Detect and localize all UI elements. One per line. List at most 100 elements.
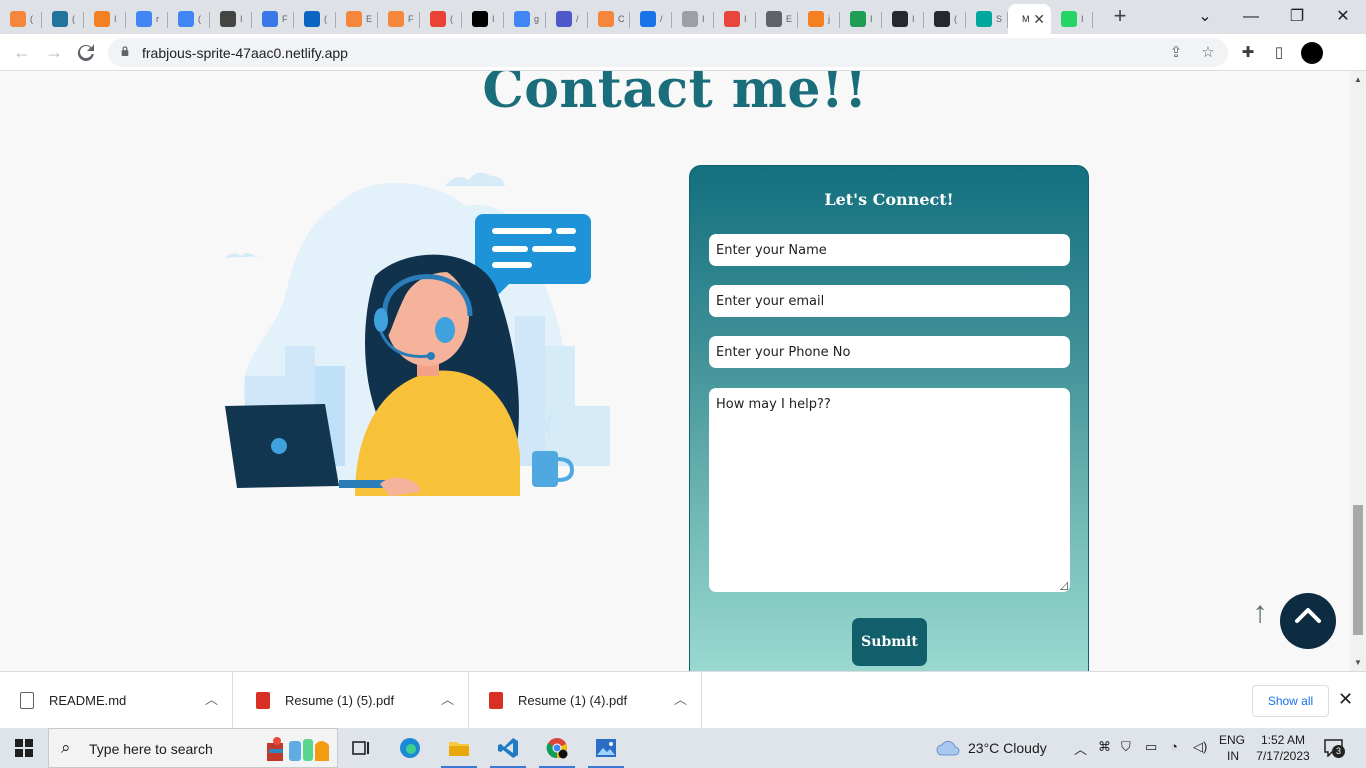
close-icon[interactable]: ✕ — [1338, 689, 1353, 710]
browser-tab[interactable]: ( — [42, 4, 84, 34]
browser-tab[interactable]: S — [966, 4, 1008, 34]
contact-form: Let's Connect! Submit — [689, 165, 1089, 671]
chevron-up-icon[interactable]: ︿ — [441, 689, 454, 708]
submit-button[interactable]: Submit — [852, 618, 927, 666]
browser-tab[interactable]: / — [630, 4, 672, 34]
restore-window-button[interactable]: ❐ — [1274, 4, 1320, 30]
extensions-puzzle-icon[interactable]: ✚ — [1237, 42, 1259, 64]
taskbar-file-explorer[interactable] — [435, 728, 483, 768]
browser-tab[interactable]: I — [882, 4, 924, 34]
notification-center-button[interactable]: 3 — [1324, 739, 1345, 758]
browser-tab[interactable]: E — [336, 4, 378, 34]
browser-tab[interactable]: I — [840, 4, 882, 34]
forward-button[interactable]: → — [42, 41, 66, 65]
scroll-up-arrow-icon[interactable]: ↑ — [1247, 596, 1273, 630]
download-item[interactable]: Resume (1) (4).pdf ︿ — [469, 672, 702, 729]
battery-icon[interactable]: ▭ — [1145, 739, 1157, 755]
browser-tab[interactable]: ( — [420, 4, 462, 34]
close-tab-icon[interactable]: ✕ — [1033, 11, 1045, 27]
back-to-top-button[interactable] — [1280, 593, 1336, 649]
task-view-icon — [352, 741, 369, 755]
browser-tab[interactable]: I — [1051, 4, 1093, 34]
tab-title: ( — [324, 14, 327, 24]
close-window-button[interactable]: ✕ — [1320, 4, 1366, 30]
tab-favicon-icon — [388, 11, 404, 27]
scroll-up-icon[interactable]: ▲ — [1354, 75, 1362, 84]
tab-title: ( — [72, 14, 75, 24]
search-highlight-illustration — [267, 737, 329, 761]
scroll-down-icon[interactable]: ▼ — [1354, 658, 1362, 667]
taskbar-photos[interactable] — [582, 728, 630, 768]
address-bar[interactable]: frabjous-sprite-47aac0.netlify.app ⇪ ☆ — [108, 38, 1228, 67]
browser-tab[interactable]: I — [672, 4, 714, 34]
weather-text[interactable]: 23°C Cloudy — [968, 740, 1047, 756]
message-textarea[interactable] — [709, 388, 1070, 592]
tab-title: I — [912, 14, 915, 24]
chevron-up-icon[interactable]: ︿ — [674, 689, 687, 708]
back-button[interactable]: ← — [10, 41, 34, 65]
browser-tab[interactable]: E — [756, 4, 798, 34]
new-tab-button[interactable]: + — [1109, 5, 1131, 28]
browser-tab[interactable]: ( — [0, 4, 42, 34]
browser-tab[interactable]: I — [714, 4, 756, 34]
browser-tab[interactable]: g — [504, 4, 546, 34]
taskbar-edge[interactable] — [386, 728, 434, 768]
chevron-up-icon[interactable]: ︿ — [205, 689, 218, 708]
wifi-icon[interactable]: ◔ — [1170, 739, 1178, 754]
task-view-button[interactable] — [337, 728, 385, 768]
pdf-icon — [256, 692, 270, 709]
tab-favicon-icon — [346, 11, 362, 27]
profile-avatar[interactable] — [1301, 42, 1323, 64]
show-all-downloads-button[interactable]: Show all — [1252, 685, 1329, 717]
browser-tab[interactable]: F — [378, 4, 420, 34]
browser-tab[interactable]: r — [126, 4, 168, 34]
system-clock[interactable]: 1:52 AM 7/17/2023 — [1256, 732, 1310, 764]
browser-tab[interactable]: F — [252, 4, 294, 34]
textarea-resize-grip[interactable] — [1060, 582, 1068, 590]
language-indicator[interactable]: ENG IN — [1219, 732, 1245, 764]
phone-input[interactable] — [709, 336, 1070, 368]
meet-now-icon[interactable]: ⌘ — [1098, 739, 1111, 755]
active-browser-tab[interactable]: M ✕ — [1008, 4, 1051, 34]
download-item[interactable]: Resume (1) (5).pdf ︿ — [236, 672, 469, 729]
page-scrollbar[interactable]: ▲ ▼ — [1350, 71, 1366, 671]
bookmark-star-icon[interactable]: ☆ — [1198, 43, 1218, 63]
windows-start-icon[interactable] — [15, 739, 33, 757]
share-icon[interactable]: ⇪ — [1166, 43, 1186, 63]
windows-taskbar: ⌕ Type here to search 23°C Cloudy ︿ ⌘ ⛉ … — [0, 728, 1366, 768]
form-heading: Let's Connect! — [824, 190, 954, 209]
taskbar-chrome[interactable] — [533, 728, 581, 768]
email-input[interactable] — [709, 285, 1070, 317]
tab-title: F — [282, 14, 288, 24]
scroll-thumb[interactable] — [1353, 505, 1363, 635]
security-icon[interactable]: ⛉ — [1121, 739, 1131, 755]
browser-tab[interactable]: j — [798, 4, 840, 34]
browser-tab[interactable]: I — [84, 4, 126, 34]
browser-tab[interactable]: ( — [168, 4, 210, 34]
taskbar-search-box[interactable]: ⌕ Type here to search — [48, 728, 338, 768]
tab-favicon-icon — [682, 11, 698, 27]
tab-title: j — [828, 14, 830, 24]
name-input[interactable] — [709, 234, 1070, 266]
keyboard-region: IN — [1227, 749, 1239, 763]
tab-search-dropdown[interactable]: ⌄ — [1182, 4, 1228, 30]
tab-favicon-icon — [850, 11, 866, 27]
volume-icon[interactable]: ◁) — [1193, 739, 1207, 755]
chevron-up-icon[interactable]: ︿ — [1074, 739, 1087, 758]
browser-tab[interactable]: I — [210, 4, 252, 34]
browser-tab[interactable]: ( — [924, 4, 966, 34]
reload-button[interactable] — [74, 41, 98, 65]
browser-tab[interactable]: C — [588, 4, 630, 34]
download-item[interactable]: README.md ︿ — [0, 672, 233, 729]
side-panel-icon[interactable]: ▯ — [1268, 42, 1290, 64]
tab-favicon-icon — [472, 11, 488, 27]
tab-favicon-icon — [430, 11, 446, 27]
url-text[interactable]: frabjous-sprite-47aac0.netlify.app — [142, 45, 348, 61]
minimize-window-button[interactable]: — — [1228, 4, 1274, 30]
taskbar-vscode[interactable] — [484, 728, 532, 768]
download-shelf: README.md ︿ Resume (1) (5).pdf ︿ Resume … — [0, 671, 1366, 729]
browser-tab[interactable]: I — [462, 4, 504, 34]
browser-tab[interactable]: / — [546, 4, 588, 34]
browser-tab[interactable]: ( — [294, 4, 336, 34]
vscode-icon — [498, 738, 518, 758]
